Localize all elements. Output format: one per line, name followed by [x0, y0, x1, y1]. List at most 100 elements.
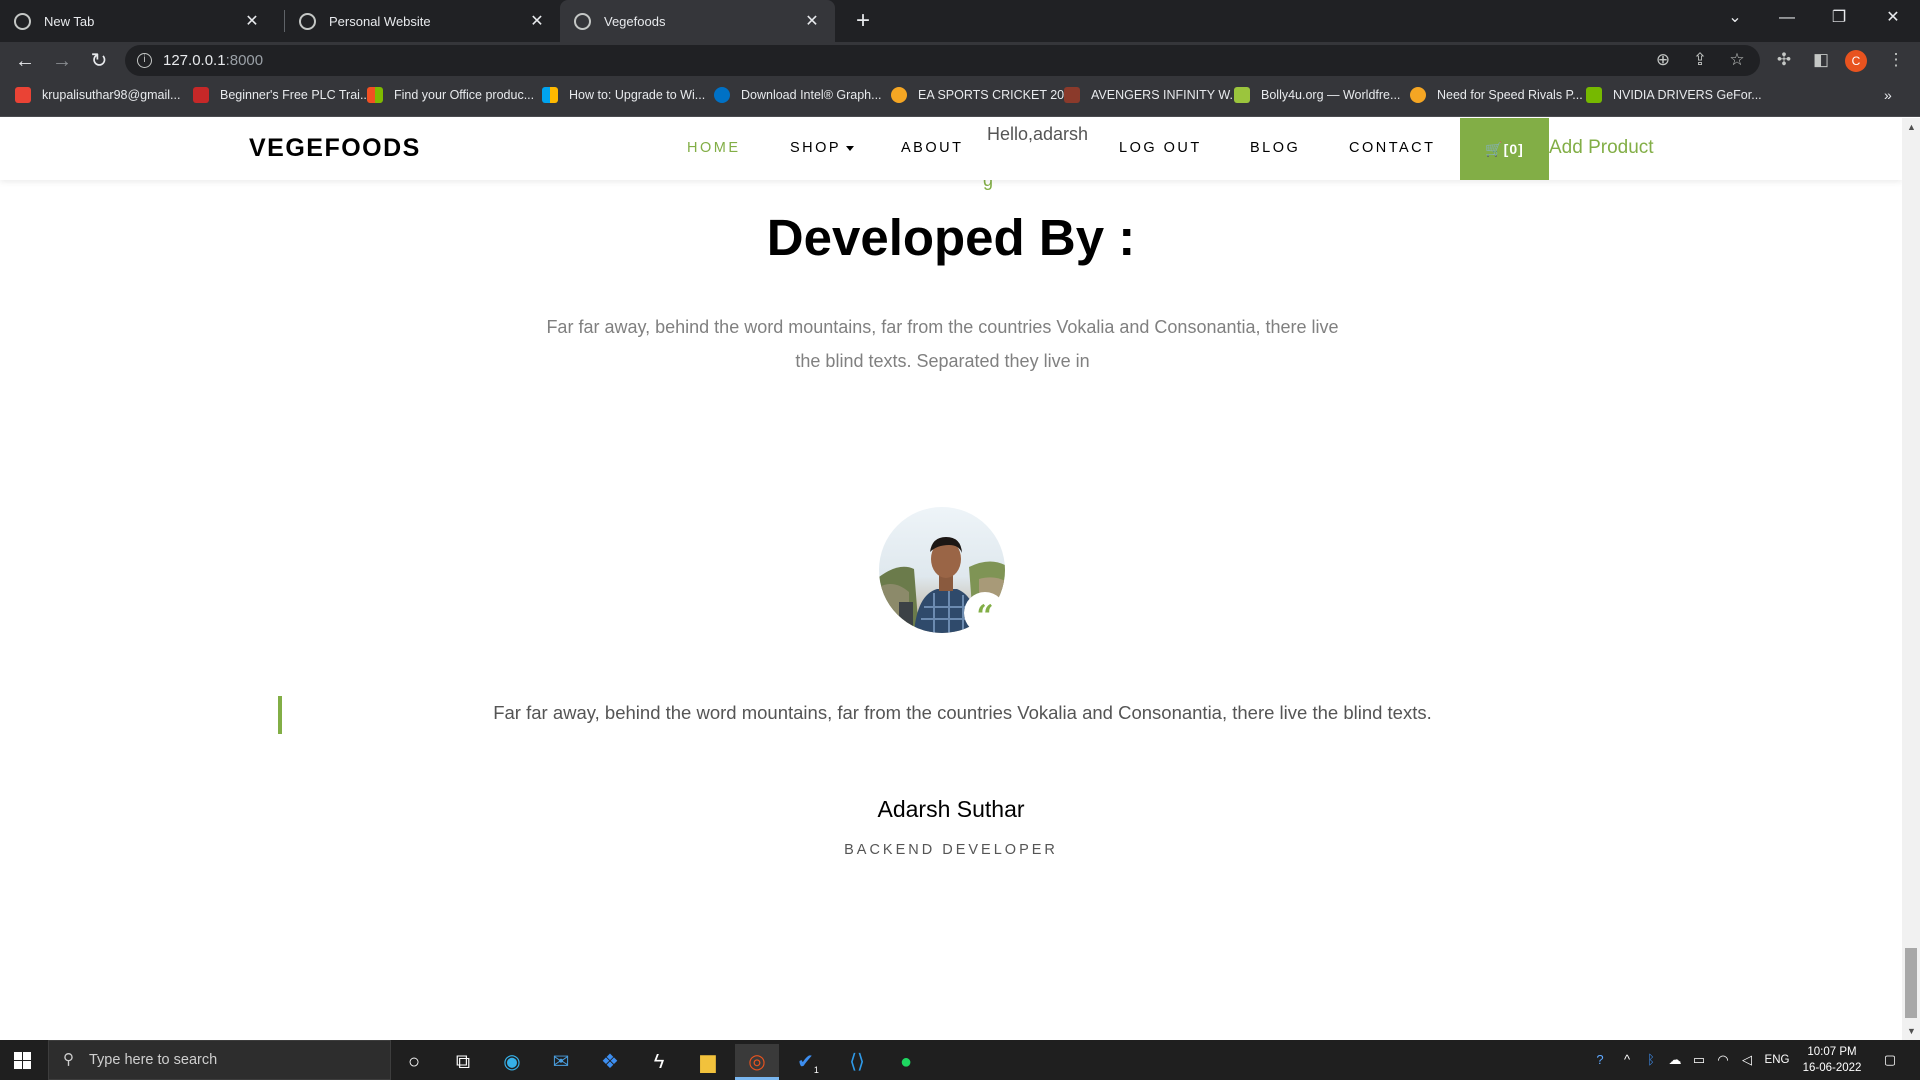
section-heading: Developed By :: [766, 209, 1136, 266]
dropbox-icon[interactable]: ❖: [588, 1044, 632, 1080]
user-greeting: Hello,adarsh: [987, 124, 1089, 144]
nav-about[interactable]: ABOUT: [901, 140, 963, 156]
bookmark-item[interactable]: Find your Office produc...: [367, 87, 534, 103]
bookmark-item[interactable]: krupalisuthar98@gmail...: [15, 87, 180, 103]
forward-icon[interactable]: →: [47, 46, 77, 76]
scroll-down-icon[interactable]: ▼: [1907, 1026, 1916, 1036]
nav-logout[interactable]: LOG OUT: [1119, 140, 1202, 156]
cart-button[interactable]: 🛒[0]: [1460, 118, 1549, 180]
bookmark-favicon-icon: [1410, 87, 1426, 103]
bookmark-item[interactable]: Beginner's Free PLC Trai...: [193, 87, 370, 103]
bookmark-label: Beginner's Free PLC Trai...: [220, 88, 371, 102]
minimize-button[interactable]: —: [1764, 0, 1810, 36]
profile-avatar[interactable]: C: [1845, 50, 1867, 72]
reload-icon[interactable]: ↻: [84, 46, 114, 76]
help-icon[interactable]: ?: [1586, 1040, 1614, 1080]
developer-name: Adarsh Suthar: [877, 796, 1025, 822]
bookmark-item[interactable]: Bolly4u.org — Worldfre...: [1234, 87, 1400, 103]
clock-date: 16-06-2022: [1802, 1062, 1862, 1074]
bookmark-item[interactable]: NVIDIA DRIVERS GeFor...: [1586, 87, 1762, 103]
wifi-icon[interactable]: ◠: [1712, 1040, 1734, 1080]
tab-title: Vegefoods: [604, 13, 666, 29]
back-icon[interactable]: ←: [10, 46, 40, 76]
close-icon[interactable]: ✕: [803, 11, 821, 31]
bookmark-item[interactable]: AVENGERS INFINITY W...: [1064, 87, 1240, 103]
site-navbar: VEGEFOODS HOME SHOP ABOUT Hello,adarsh L…: [0, 118, 1902, 180]
tab-title: New Tab: [44, 13, 95, 29]
extensions-icon[interactable]: ✣: [1770, 46, 1798, 74]
bookmark-label: Bolly4u.org — Worldfre...: [1261, 88, 1401, 102]
edge-icon[interactable]: ◉: [490, 1044, 534, 1080]
bookmark-label: AVENGERS INFINITY W...: [1091, 88, 1240, 102]
bookmark-label: EA SPORTS CRICKET 20...: [918, 88, 1075, 102]
bookmark-item[interactable]: EA SPORTS CRICKET 20...: [891, 87, 1075, 103]
onedrive-icon[interactable]: ☁: [1664, 1040, 1686, 1080]
windows-start-icon[interactable]: [14, 1052, 31, 1069]
cortana-icon[interactable]: ○: [392, 1044, 436, 1080]
tab-personal-website[interactable]: Personal Website ✕: [285, 0, 560, 42]
page-scrollbar[interactable]: ▲ ▼: [1902, 118, 1920, 1040]
nav-contact[interactable]: CONTACT: [1349, 140, 1436, 156]
close-icon[interactable]: ✕: [528, 11, 546, 31]
bookmark-star-icon[interactable]: ☆: [1723, 46, 1751, 74]
mail-icon[interactable]: ✉: [539, 1044, 583, 1080]
bookmark-label: Need for Speed Rivals P...: [1437, 88, 1583, 102]
spotify-icon[interactable]: ●: [884, 1044, 928, 1080]
bookmarks-overflow-icon[interactable]: »: [1884, 87, 1892, 103]
nav-blog[interactable]: BLOG: [1250, 140, 1300, 156]
taskbar-search-placeholder: Type here to search: [89, 1052, 218, 1068]
browser-tab-strip: New Tab ✕ Personal Website ✕ Vegefoods ✕…: [0, 0, 1920, 42]
nav-home[interactable]: HOME: [687, 140, 741, 156]
microsoft-icon: [542, 87, 558, 103]
share-icon[interactable]: ⇪: [1686, 46, 1714, 74]
close-icon[interactable]: ✕: [243, 11, 261, 31]
zoom-icon[interactable]: ⊕: [1649, 46, 1677, 74]
notifications-icon[interactable]: ▢: [1872, 1040, 1908, 1080]
window-close-button[interactable]: ✕: [1870, 0, 1916, 36]
new-tab-button[interactable]: +: [848, 6, 878, 36]
address-bar[interactable]: i 127.0.0.1:8000: [125, 45, 1760, 76]
bookmark-label: Find your Office produc...: [394, 88, 535, 102]
globe-icon: [299, 12, 316, 30]
system-clock[interactable]: 10:07 PM 16-06-2022: [1797, 1044, 1867, 1076]
tab-vegefoods[interactable]: Vegefoods ✕: [560, 0, 835, 42]
bookmark-favicon-icon: [1234, 87, 1250, 103]
task-view-icon[interactable]: ⧉: [441, 1044, 485, 1080]
side-panel-icon[interactable]: ◧: [1807, 46, 1835, 74]
quote-icon: “: [964, 592, 1006, 634]
file-explorer-icon[interactable]: ▆: [686, 1044, 730, 1080]
bookmark-label: krupalisuthar98@gmail...: [42, 88, 181, 102]
site-logo[interactable]: VEGEFOODS: [249, 134, 421, 163]
scroll-up-icon[interactable]: ▲: [1907, 122, 1916, 132]
chrome-icon[interactable]: ◎: [735, 1044, 779, 1080]
bookmark-label: NVIDIA DRIVERS GeFor...: [1613, 88, 1762, 102]
volume-icon[interactable]: ◁: [1736, 1040, 1758, 1080]
scroll-thumb[interactable]: [1905, 948, 1917, 1018]
taskbar-search[interactable]: ⚲ Type here to search: [48, 1040, 391, 1080]
app-icon[interactable]: ϟ: [637, 1044, 681, 1080]
testimonial-text: Far far away, behind the word mountains,…: [493, 702, 1432, 723]
nav-shop[interactable]: SHOP: [790, 140, 855, 156]
battery-icon[interactable]: ▭: [1688, 1040, 1710, 1080]
developer-photo: “: [879, 507, 1006, 634]
bookmark-item[interactable]: Download Intel® Graph...: [714, 87, 882, 103]
tab-search-icon[interactable]: ⌄: [1712, 0, 1758, 36]
menu-kebab-icon[interactable]: ⋮: [1882, 46, 1910, 74]
restore-button[interactable]: ❐: [1816, 0, 1862, 36]
bluetooth-icon[interactable]: ᛒ: [1640, 1040, 1662, 1080]
gmail-icon: [15, 87, 31, 103]
site-info-icon[interactable]: i: [137, 53, 152, 68]
bookmark-item[interactable]: How to: Upgrade to Wi...: [542, 87, 705, 103]
developer-role: BACKEND DEVELOPER: [844, 842, 1058, 858]
web-page: VEGEFOODS HOME SHOP ABOUT Hello,adarsh L…: [0, 118, 1902, 1040]
tray-overflow-icon[interactable]: ^: [1616, 1040, 1638, 1080]
language-indicator[interactable]: ENG: [1760, 1040, 1794, 1080]
vscode-icon[interactable]: ⟨⟩: [835, 1044, 879, 1080]
cart-count: [0]: [1503, 141, 1524, 157]
quote-accent-bar: [278, 696, 282, 734]
windows-taskbar: ⚲ Type here to search ○ ⧉ ◉ ✉ ❖ ϟ ▆ ◎ ✔1…: [0, 1040, 1920, 1080]
tab-new-tab[interactable]: New Tab ✕: [0, 0, 275, 42]
todo-icon[interactable]: ✔1: [786, 1044, 830, 1080]
bookmark-item[interactable]: Need for Speed Rivals P...: [1410, 87, 1583, 103]
add-product-link[interactable]: Add Product: [1549, 137, 1654, 159]
